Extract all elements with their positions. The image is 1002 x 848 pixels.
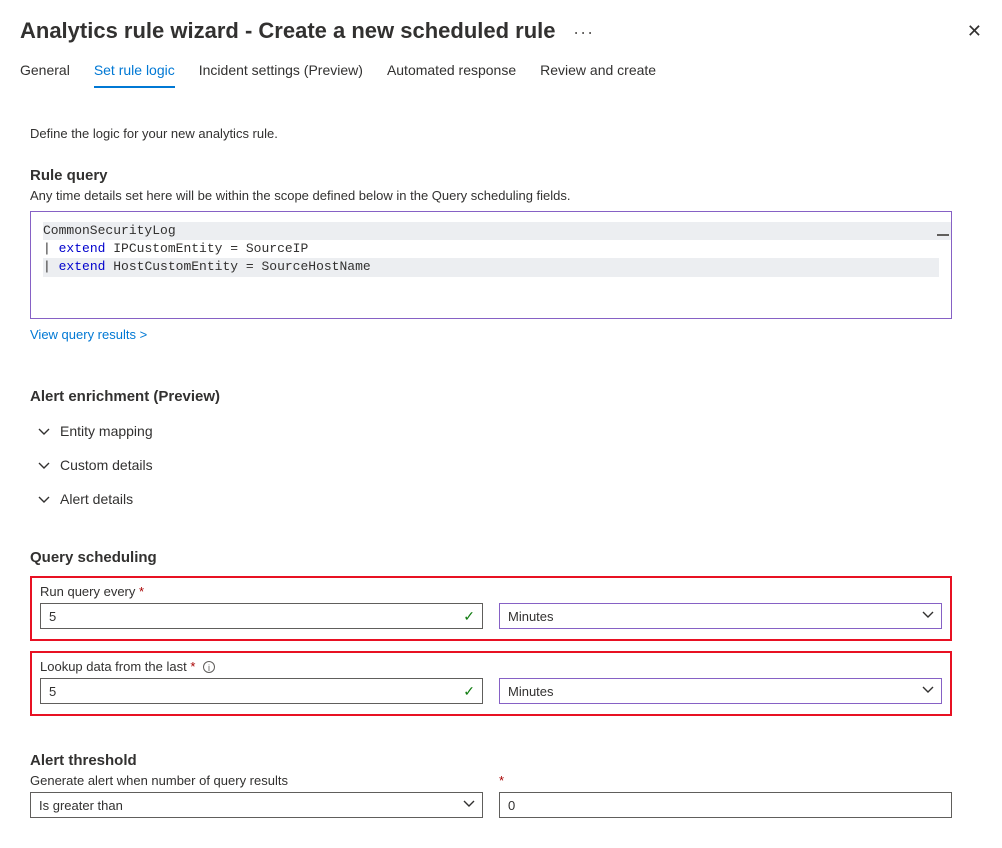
- accordion-label: Custom details: [60, 457, 153, 473]
- query-line: CommonSecurityLog: [43, 222, 952, 240]
- accordion-custom-details[interactable]: Custom details: [30, 457, 952, 473]
- query-pipe: |: [43, 259, 51, 274]
- rule-query-sub: Any time details set here will be within…: [30, 188, 952, 203]
- query-keyword: extend: [59, 259, 106, 274]
- close-icon[interactable]: ✕: [967, 21, 982, 42]
- view-query-results-link[interactable]: View query results >: [30, 327, 147, 342]
- accordion-alert-details[interactable]: Alert details: [30, 491, 952, 507]
- lookup-data-value-input[interactable]: [40, 678, 483, 704]
- highlight-run-query: Run query every * ✓ Minutes: [30, 576, 952, 641]
- required-icon: *: [190, 659, 195, 674]
- chevron-down-icon: [38, 425, 50, 437]
- accordion-entity-mapping[interactable]: Entity mapping: [30, 423, 952, 439]
- tab-review-create[interactable]: Review and create: [540, 56, 656, 88]
- query-text: IPCustomEntity = SourceIP: [105, 241, 308, 256]
- chevron-down-icon: [38, 493, 50, 505]
- required-icon: *: [499, 773, 952, 788]
- query-text: HostCustomEntity = SourceHostName: [105, 259, 370, 274]
- more-actions-icon[interactable]: ···: [573, 22, 594, 42]
- lookup-data-label: Lookup data from the last: [40, 659, 187, 674]
- info-icon[interactable]: i: [203, 661, 215, 673]
- page-title: Analytics rule wizard - Create a new sch…: [20, 18, 556, 43]
- threshold-value-input[interactable]: [499, 792, 952, 818]
- query-scheduling-heading: Query scheduling: [30, 549, 952, 566]
- run-query-value-input[interactable]: [40, 603, 483, 629]
- required-icon: *: [139, 584, 144, 599]
- query-editor[interactable]: CommonSecurityLog | extend IPCustomEntit…: [30, 211, 952, 319]
- run-query-unit-select[interactable]: Minutes: [499, 603, 942, 629]
- highlight-lookup-data: Lookup data from the last * i ✓ Minutes: [30, 651, 952, 716]
- tab-incident-settings[interactable]: Incident settings (Preview): [199, 56, 363, 88]
- tab-general[interactable]: General: [20, 56, 70, 88]
- threshold-label: Generate alert when number of query resu…: [30, 773, 483, 788]
- chevron-down-icon: [38, 459, 50, 471]
- accordion-label: Alert details: [60, 491, 133, 507]
- accordion-label: Entity mapping: [60, 423, 153, 439]
- lookup-data-unit-select[interactable]: Minutes: [499, 678, 942, 704]
- query-pipe: |: [43, 241, 51, 256]
- intro-text: Define the logic for your new analytics …: [30, 126, 952, 141]
- rule-query-heading: Rule query: [30, 167, 952, 184]
- tab-automated-response[interactable]: Automated response: [387, 56, 516, 88]
- tabs: General Set rule logic Incident settings…: [20, 56, 982, 88]
- minimap-icon: [937, 234, 949, 236]
- tab-set-rule-logic[interactable]: Set rule logic: [94, 56, 175, 88]
- run-query-label: Run query every: [40, 584, 135, 599]
- alert-threshold-heading: Alert threshold: [30, 752, 952, 769]
- threshold-operator-select[interactable]: Is greater than: [30, 792, 483, 818]
- query-keyword: extend: [59, 241, 106, 256]
- alert-enrichment-heading: Alert enrichment (Preview): [30, 388, 952, 405]
